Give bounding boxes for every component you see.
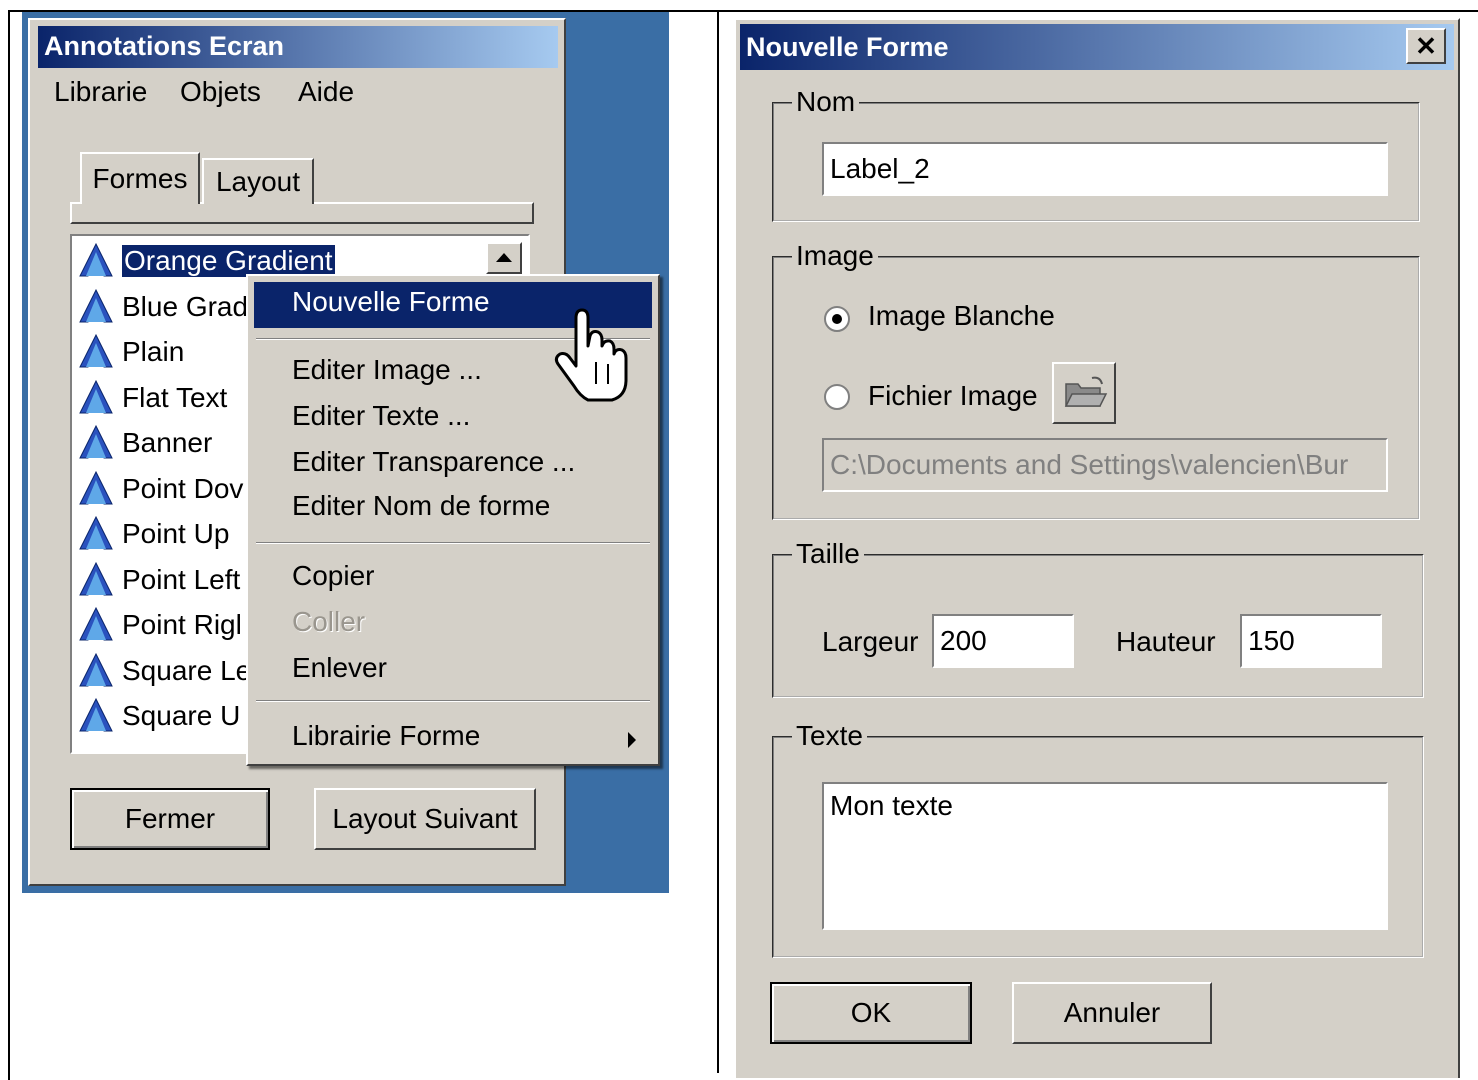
list-item-label: Orange Gradient	[122, 245, 335, 277]
shape-icon	[79, 606, 113, 641]
nouvelle-forme-dialog: Nouvelle Forme ✕ Nom Label_2 Image Image…	[734, 18, 1460, 1078]
menu-editer-nom[interactable]: Editer Nom de forme	[292, 490, 550, 522]
hauteur-label: Hauteur	[1116, 626, 1216, 657]
tab-formes-label: Formes	[92, 163, 188, 194]
close-icon: ✕	[1415, 30, 1437, 61]
close-button-label: Fermer	[124, 803, 216, 834]
texte-legend: Texte	[792, 720, 867, 752]
next-layout-button-label: Layout Suivant	[332, 803, 518, 834]
nom-legend: Nom	[792, 86, 860, 118]
folder-open-icon	[1064, 376, 1108, 407]
list-item[interactable]: Square U	[78, 693, 240, 739]
shape-icon	[79, 652, 113, 686]
tab-formes[interactable]: Formes	[80, 152, 200, 204]
menu-item-librarie[interactable]: Librarie	[54, 76, 147, 108]
list-item-label: Plain	[122, 336, 185, 367]
menu-editer-image[interactable]: Editer Image ...	[292, 354, 482, 386]
menu-separator	[256, 542, 650, 544]
list-item[interactable]: Point Up	[78, 511, 229, 557]
list-item[interactable]: Flat Text	[78, 375, 227, 421]
menu-item-aide[interactable]: Aide	[298, 76, 354, 108]
shape-icon	[79, 561, 113, 595]
largeur-label: Largeur	[822, 626, 919, 657]
shape-icon	[79, 515, 113, 550]
dialog-close-button[interactable]: ✕	[1406, 28, 1446, 64]
cancel-button[interactable]: Annuler	[1012, 982, 1212, 1044]
menu-item-objets[interactable]: Objets	[180, 76, 261, 108]
image-legend: Image	[792, 240, 878, 272]
next-layout-button[interactable]: Layout Suivant	[314, 788, 536, 850]
shape-icon	[79, 424, 113, 459]
texte-textarea[interactable]: Mon texte	[822, 782, 1388, 930]
shape-icon	[79, 470, 113, 504]
list-item-label: Point Left	[122, 563, 241, 595]
list-item-label: Blue Grad	[122, 290, 249, 322]
tab-layout[interactable]: Layout	[202, 158, 314, 204]
menu-nouvelle-forme[interactable]: Nouvelle Forme	[292, 286, 490, 318]
annotations-title-bar: Annotations Ecran	[38, 26, 558, 68]
list-item-label: Square Le	[122, 654, 252, 686]
ok-button[interactable]: OK	[770, 982, 972, 1044]
menu-copier[interactable]: Copier	[292, 560, 374, 592]
taille-legend: Taille	[792, 538, 864, 570]
list-item[interactable]: Point Left	[78, 557, 240, 603]
list-item[interactable]: Square Le	[78, 648, 251, 694]
menu-coller: Coller	[292, 606, 366, 637]
radio-image-blanche-label: Image Blanche	[868, 300, 1055, 331]
cancel-button-label: Annuler	[1063, 997, 1161, 1028]
list-item[interactable]: Blue Grad	[78, 284, 248, 330]
hand-cursor-icon	[554, 308, 628, 402]
dialog-title-bar: Nouvelle Forme	[740, 24, 1454, 70]
list-item-label: Square U	[122, 700, 241, 731]
radio-image-blanche[interactable]	[824, 306, 850, 332]
table-divider	[717, 10, 719, 1073]
list-item[interactable]: Point Dov	[78, 466, 243, 512]
shape-icon	[79, 288, 113, 322]
radio-fichier-image[interactable]	[824, 384, 850, 410]
list-item-label: Point Rigl	[122, 609, 242, 640]
menu-editer-transparence[interactable]: Editer Transparence ...	[292, 446, 575, 478]
list-item[interactable]: Banner	[78, 420, 212, 466]
shape-icon	[79, 379, 113, 413]
menu-librairie-forme[interactable]: Librairie Forme	[292, 720, 480, 752]
submenu-arrow-icon	[628, 732, 636, 748]
shape-icon	[79, 697, 113, 732]
list-item-label: Point Dov	[122, 472, 244, 504]
menu-enlever[interactable]: Enlever	[292, 652, 387, 684]
tab-strip-line	[70, 202, 534, 224]
menu-editer-texte[interactable]: Editer Texte ...	[292, 400, 470, 432]
nom-input[interactable]: Label_2	[822, 142, 1388, 196]
menu-separator	[256, 700, 650, 702]
hauteur-input[interactable]: 150	[1240, 614, 1382, 668]
radio-fichier-image-label: Fichier Image	[868, 380, 1038, 411]
shape-icon	[79, 333, 113, 368]
list-item-label: Banner	[122, 427, 213, 458]
largeur-input[interactable]: 200	[932, 614, 1074, 668]
browse-folder-button[interactable]	[1052, 362, 1116, 424]
list-item-label: Point Up	[122, 518, 230, 549]
shape-icon	[79, 242, 113, 277]
dialog-title: Nouvelle Forme	[746, 32, 949, 62]
image-path-field: C:\Documents and Settings\valencien\Bur	[822, 438, 1388, 492]
list-scroll-up-button[interactable]	[486, 242, 522, 274]
list-item[interactable]: Plain	[78, 329, 184, 375]
list-item-label: Flat Text	[122, 381, 228, 413]
tab-layout-label: Layout	[215, 166, 301, 197]
arrow-up-icon	[496, 253, 512, 262]
annotations-title: Annotations Ecran	[44, 31, 285, 61]
close-button[interactable]: Fermer	[70, 788, 270, 850]
ok-button-label: OK	[850, 997, 892, 1028]
list-item[interactable]: Point Rigl	[78, 602, 242, 648]
